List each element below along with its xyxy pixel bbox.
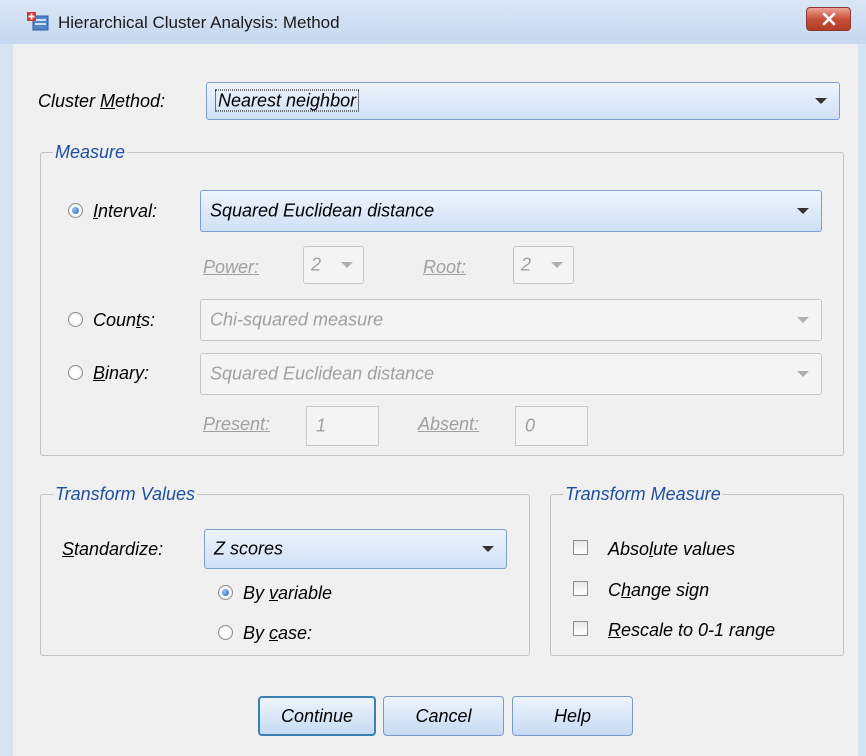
spss-dialog-icon [27,12,49,31]
cluster-method-dropdown[interactable]: Nearest neighbor [206,82,840,120]
help-button[interactable]: Help [512,696,633,736]
root-value: 2 [521,254,532,275]
window-title: Hierarchical Cluster Analysis: Method [58,13,340,32]
present-label: Present: [203,414,271,434]
standardize-value: Z scores [214,538,284,559]
by-case-label: By case: [243,623,313,643]
dialog-body: Cluster Method: Nearest neighbor Measure… [13,44,858,756]
title-bar: Hierarchical Cluster Analysis: Method [0,0,866,44]
measure-legend: Measure [53,142,128,162]
root-dropdown[interactable]: 2 [513,246,574,284]
close-x-icon [822,12,835,26]
transform-measure-legend: Transform Measure [563,484,723,504]
chevron-down-icon [797,371,809,377]
counts-label: Counts: [93,310,156,330]
chevron-down-icon [482,546,494,552]
chevron-down-icon [551,262,563,268]
cancel-button[interactable]: Cancel [383,696,504,736]
transform-values-legend: Transform Values [53,484,198,504]
binary-measure-dropdown[interactable]: Squared Euclidean distance [200,353,822,395]
interval-measure-value: Squared Euclidean distance [210,200,435,221]
change-sign-checkbox[interactable] [573,581,588,596]
absolute-values-checkbox[interactable] [573,540,588,555]
close-button[interactable] [806,7,851,31]
counts-measure-dropdown[interactable]: Chi-squared measure [200,299,822,341]
rescale-label: Rescale to 0-1 range [608,620,776,640]
absent-label: Absent: [418,414,480,434]
power-label: Power: [203,257,260,277]
change-sign-label: Change sign [608,580,710,600]
standardize-label: Standardize: [62,539,164,559]
standardize-dropdown[interactable]: Z scores [204,529,507,569]
counts-radio[interactable] [68,312,83,327]
rescale-checkbox[interactable] [573,621,588,636]
cluster-method-label: Cluster Method: [38,91,166,111]
chevron-down-icon [797,317,809,323]
power-dropdown[interactable]: 2 [303,246,364,284]
by-variable-label: By variable [243,583,333,603]
by-case-radio[interactable] [218,625,233,640]
interval-measure-dropdown[interactable]: Squared Euclidean distance [200,190,822,232]
cluster-method-value: Nearest neighbor [214,89,360,112]
chevron-down-icon [341,262,353,268]
present-field[interactable]: 1 [306,406,379,446]
chevron-down-icon [797,208,809,214]
absent-field[interactable]: 0 [515,406,588,446]
interval-radio[interactable] [68,203,83,218]
counts-measure-value: Chi-squared measure [210,309,384,330]
by-variable-radio[interactable] [218,585,233,600]
interval-label: Interval: [93,201,158,221]
chevron-down-icon [815,98,827,104]
binary-label: Binary: [93,363,150,383]
root-label: Root: [423,257,467,277]
power-value: 2 [311,254,322,275]
continue-button[interactable]: Continue [258,696,376,736]
binary-measure-value: Squared Euclidean distance [210,363,435,384]
absolute-values-label: Absolute values [608,539,736,559]
binary-radio[interactable] [68,365,83,380]
